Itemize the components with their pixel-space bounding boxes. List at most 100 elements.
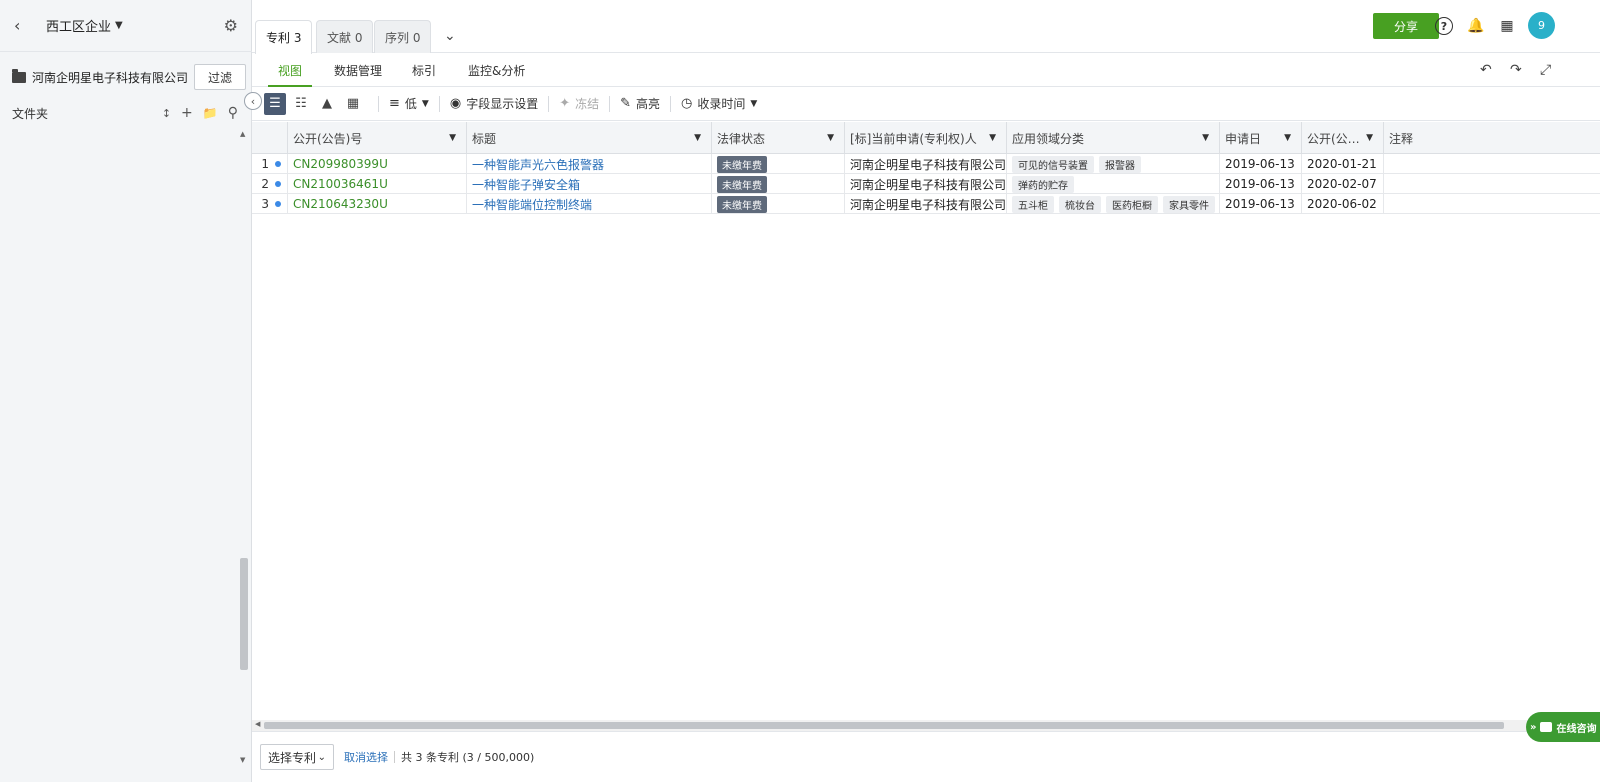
image-view-icon[interactable]: ▲ [316,93,338,115]
caret-down-icon[interactable]: ▼ [115,20,123,31]
back-arrow-icon[interactable]: ‹ [14,16,34,35]
table-row[interactable]: 2 CN210036461U 一种智能子弹安全箱 未缴年费 河南企明星电子科技有… [252,174,1600,194]
app-date-cell: 2019-06-13 [1220,194,1302,214]
density-dropdown[interactable]: ≡ 低 ▼ [389,95,429,112]
folder-settings-icon[interactable]: 📁 [203,106,218,120]
column-header-applicant[interactable]: [标]当前申请(专利权)人 ▼ [845,122,1007,154]
fullscreen-icon[interactable]: ⤢ [1540,62,1551,78]
row-number-cell[interactable]: 3 [252,194,288,214]
caret-down-icon[interactable]: ▼ [989,133,996,143]
scrollbar-thumb[interactable] [264,722,1504,729]
subtab-monitor-analysis[interactable]: 监控&分析 [468,53,525,87]
field-tag[interactable]: 五斗柜 [1012,195,1054,213]
caret-down-icon: ▼ [421,98,429,109]
column-header-app-date[interactable]: 申请日 ▼ [1220,122,1302,154]
apps-grid-icon[interactable]: ▦ [1498,17,1516,35]
chevron-down-icon[interactable]: ⌄ [444,28,456,44]
list-view-icon[interactable]: ☰ [264,92,286,115]
online-consult-button[interactable]: » 在线咨询 [1526,712,1600,742]
row-number-cell[interactable]: 1 [252,154,288,174]
tab-literature[interactable]: 文献 0 [316,20,374,53]
workspace-title[interactable]: 西工区企业 [46,16,111,35]
legal-status-cell: 未缴年费 [712,154,845,174]
table-row[interactable]: 3 CN210643230U 一种智能端位控制终端 未缴年费 河南企明星电子科技… [252,194,1600,214]
help-icon[interactable]: ? [1435,17,1453,35]
highlight-button[interactable]: ✎ 高亮 [620,95,660,112]
status-badge: 未缴年费 [717,155,767,173]
filter-button[interactable]: 过滤 [194,64,246,90]
detail-view-icon[interactable]: ☷ [290,93,312,115]
column-header-notes[interactable]: 注释 [1384,122,1600,154]
field-tag[interactable]: 梳妆台 [1059,195,1101,213]
folders-label: 文件夹 [12,106,49,121]
company-name[interactable]: 河南企明星电子科技有限公司 [32,69,188,86]
field-settings-label: 字段显示设置 [466,97,539,111]
caret-down-icon[interactable]: ▼ [1366,133,1373,143]
caret-down-icon[interactable]: ▼ [694,133,701,143]
collapse-sidebar-icon[interactable]: ‹ [244,92,262,110]
status-badge: 未缴年费 [717,175,767,193]
field-tag[interactable]: 家具零件 [1163,195,1215,213]
toolbar-divider [548,95,550,112]
sort-dropdown[interactable]: ◷ 收录时间 ▼ [681,95,757,112]
caret-down-icon[interactable]: ▼ [1284,133,1291,143]
column-header-title[interactable]: 标题 ▼ [467,122,712,154]
pub-number-cell[interactable]: CN210643230U [288,194,467,214]
grid-view-icon[interactable]: ▦ [342,93,364,115]
freeze-button[interactable]: ✦ 冻结 [559,95,599,112]
company-row[interactable]: 河南企明星电子科技有限公司 过滤 [12,64,246,90]
column-header-pub-number[interactable]: 公开(公告)号 ▼ [288,122,467,154]
horizontal-scrollbar[interactable]: ◀ [252,720,1600,731]
caret-down-icon[interactable]: ▼ [1202,133,1209,143]
table-row[interactable]: 1 CN209980399U 一种智能声光六色报警器 未缴年费 河南企明星电子科… [252,154,1600,174]
sub-tabs: 视图 数据管理 标引 监控&分析 ↶ ↷ ⤢ [252,53,1600,87]
caret-down-icon[interactable]: ▼ [449,133,456,143]
select-patents-dropdown[interactable]: 选择专利 ⌄ [260,744,334,770]
search-icon[interactable]: ⚲ [228,105,238,121]
add-icon[interactable]: + [181,105,193,121]
field-settings-button[interactable]: ◉ 字段显示设置 [450,95,538,112]
unread-dot-icon [275,181,281,187]
notes-cell[interactable] [1384,174,1600,194]
freeze-label: 冻结 [575,97,600,111]
field-tag[interactable]: 医药柜橱 [1106,195,1158,213]
folder-open-icon [12,68,26,83]
notes-cell[interactable] [1384,154,1600,174]
avatar[interactable]: 9 [1528,12,1555,39]
tab-patents[interactable]: 专利 3 [255,20,313,54]
chat-icon [1540,722,1553,732]
subtab-data-management[interactable]: 数据管理 [334,53,382,87]
undo-icon[interactable]: ↶ [1480,62,1492,78]
row-number-cell[interactable]: 2 [252,174,288,194]
column-header-application-field[interactable]: 应用领域分类 ▼ [1007,122,1220,154]
column-header-legal-status[interactable]: 法律状态 ▼ [712,122,845,154]
notes-cell[interactable] [1384,194,1600,214]
select-patents-label: 选择专利 [268,750,317,765]
column-header-pub-date[interactable]: 公开(公… ▼ [1302,122,1384,154]
tab-sequences[interactable]: 序列 0 [374,20,432,53]
subtab-view[interactable]: 视图 [267,53,313,87]
field-tag[interactable]: 报警器 [1099,155,1141,173]
scroll-down-icon[interactable]: ▼ [240,756,245,764]
share-button[interactable]: 分享 [1373,13,1439,39]
scroll-up-icon[interactable]: ▲ [240,130,245,138]
bell-icon[interactable]: 🔔 [1467,17,1485,35]
column-title: 应用领域分类 [1012,131,1085,146]
sort-icon[interactable]: ↕ [162,107,171,120]
field-tag[interactable]: 可见的信号装置 [1012,155,1094,173]
scroll-left-icon[interactable]: ◀ [255,720,260,728]
caret-down-icon[interactable]: ▼ [827,133,834,143]
subtab-indexing[interactable]: 标引 [412,53,436,87]
title-link[interactable]: 一种智能声光六色报警器 [467,154,712,174]
toolbar: ☰ ☷ ▲ ▦ ≡ 低 ▼ ◉ 字段显示设置 ✦ 冻结 ✎ 高亮 ◷ 收录时间 … [252,87,1600,121]
pub-number-cell[interactable]: CN209980399U [288,154,467,174]
cancel-selection-link[interactable]: 取消选择 [344,749,388,765]
title-link[interactable]: 一种智能端位控制终端 [467,194,712,214]
title-link[interactable]: 一种智能子弹安全箱 [467,174,712,194]
sidebar-scrollbar[interactable]: ▲ ▼ [238,128,250,782]
pub-number-cell[interactable]: CN210036461U [288,174,467,194]
gear-icon[interactable]: ⚙ [224,16,238,35]
redo-icon[interactable]: ↷ [1510,62,1522,78]
field-tag[interactable]: 弹药的贮存 [1012,175,1074,193]
scrollbar-thumb[interactable] [240,558,248,670]
